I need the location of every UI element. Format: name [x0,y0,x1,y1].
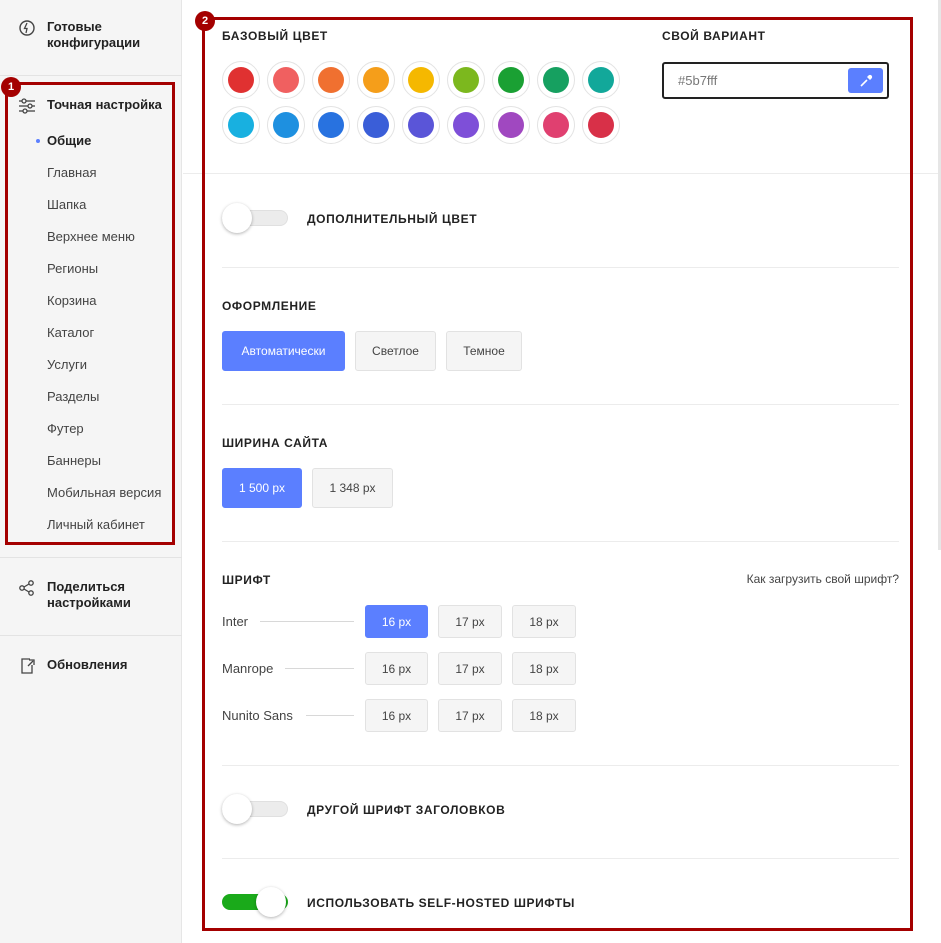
site-width-title: Ширина сайта [222,436,329,450]
divider [0,557,182,558]
divider [0,75,182,76]
sidebar-subitem-footer[interactable]: Футер [47,421,84,437]
color-swatch[interactable] [267,106,305,144]
annotation-badge-1: 1 [1,77,21,97]
color-swatch[interactable] [537,106,575,144]
heading-font-label: Другой шрифт заголовков [307,803,506,817]
base-color-title: Базовый цвет [222,29,328,43]
eyedropper-icon [859,74,872,87]
color-swatch[interactable] [582,106,620,144]
font-size-17-button[interactable]: 17 px [438,605,502,638]
divider [222,765,899,766]
settings-panel: Базовый цвет Свой вариант #5b7fff Дополн… [183,0,941,943]
font-size-17-button[interactable]: 17 px [438,652,502,685]
self-hosted-label: Использовать self-hosted шрифты [307,896,575,910]
sidebar-item-updates[interactable]: Обновления [0,657,182,675]
font-row-line [285,668,354,669]
divider [222,267,899,268]
updates-icon [18,657,36,675]
self-hosted-toggle[interactable] [222,887,288,917]
appearance-auto-button[interactable]: Автоматически [222,331,345,371]
custom-color-title: Свой вариант [662,29,766,43]
sidebar-item-share[interactable]: Поделиться настройками [0,579,182,611]
color-swatch[interactable] [312,106,350,144]
font-name: Inter [222,614,249,629]
color-swatch[interactable] [357,61,395,99]
divider [0,635,182,636]
font-size-18-button[interactable]: 18 px [512,605,576,638]
width-1500-button[interactable]: 1 500 px [222,468,302,508]
custom-color-input[interactable]: #5b7fff [662,62,889,99]
appearance-dark-button[interactable]: Темное [446,331,522,371]
color-swatch[interactable] [267,61,305,99]
font-size-17-button[interactable]: 17 px [438,699,502,732]
color-swatch[interactable] [222,61,260,99]
sliders-icon [18,97,36,115]
sidebar-subitem-home[interactable]: Главная [47,165,96,181]
font-size-18-button[interactable]: 18 px [512,652,576,685]
sidebar-subitem-banners[interactable]: Баннеры [47,453,101,469]
font-size-18-button[interactable]: 18 px [512,699,576,732]
font-size-16-button[interactable]: 16 px [365,699,428,732]
font-size-16-button[interactable]: 16 px [365,652,428,685]
annotation-badge-2: 2 [195,11,215,31]
color-swatch[interactable] [222,106,260,144]
color-swatch[interactable] [492,61,530,99]
sidebar-item-label: Обновления [47,657,128,672]
share-icon [18,579,36,597]
extra-color-toggle[interactable] [222,203,288,233]
sidebar-subitem-account[interactable]: Личный кабинет [47,517,145,533]
extra-color-label: Дополнительный цвет [307,212,478,226]
sidebar: Готовые конфигурации Точная настройка Об… [0,0,182,943]
font-title: Шрифт [222,573,271,587]
sidebar-subitem-sections[interactable]: Разделы [47,389,99,405]
appearance-light-button[interactable]: Светлое [355,331,436,371]
color-swatch[interactable] [402,61,440,99]
appearance-title: Оформление [222,299,317,313]
sidebar-subitem-catalog[interactable]: Каталог [47,325,94,341]
font-name: Manrope [222,661,274,676]
sidebar-subitem-general[interactable]: Общие [36,133,91,149]
font-row-line [306,715,354,716]
sidebar-subitem-header[interactable]: Шапка [47,197,86,213]
font-name: Nunito Sans [222,708,293,723]
sidebar-item-label: Поделиться настройками [47,579,131,610]
color-swatch[interactable] [582,61,620,99]
divider [222,858,899,859]
sidebar-subitem-mobile[interactable]: Мобильная версия [47,485,161,501]
active-dot [36,139,40,143]
sidebar-item-label: Точная настройка [47,97,162,112]
width-1348-button[interactable]: 1 348 px [312,468,393,508]
color-swatch[interactable] [447,106,485,144]
sidebar-item-fine-tuning[interactable]: Точная настройка [0,97,182,115]
sidebar-subitem-top-menu[interactable]: Верхнее меню [47,229,135,245]
heading-font-toggle[interactable] [222,794,288,824]
color-swatch[interactable] [492,106,530,144]
sidebar-item-ready-configs[interactable]: Готовые конфигурации [0,19,182,51]
sidebar-subitem-services[interactable]: Услуги [47,357,87,373]
divider [222,541,899,542]
sidebar-subitem-cart[interactable]: Корзина [47,293,97,309]
configs-icon [18,19,36,37]
sidebar-subitem-regions[interactable]: Регионы [47,261,98,277]
sidebar-item-label: Готовые конфигурации [47,19,141,50]
color-swatch[interactable] [402,106,440,144]
upload-font-link[interactable]: Как загрузить свой шрифт? [747,572,899,586]
custom-color-value[interactable]: #5b7fff [678,73,717,88]
color-swatch[interactable] [357,106,395,144]
color-swatch[interactable] [537,61,575,99]
color-picker-button[interactable] [848,68,883,93]
font-size-16-button[interactable]: 16 px [365,605,428,638]
divider [222,404,899,405]
color-swatch[interactable] [447,61,485,99]
divider [183,173,938,174]
font-row-line [260,621,354,622]
color-swatch[interactable] [312,61,350,99]
